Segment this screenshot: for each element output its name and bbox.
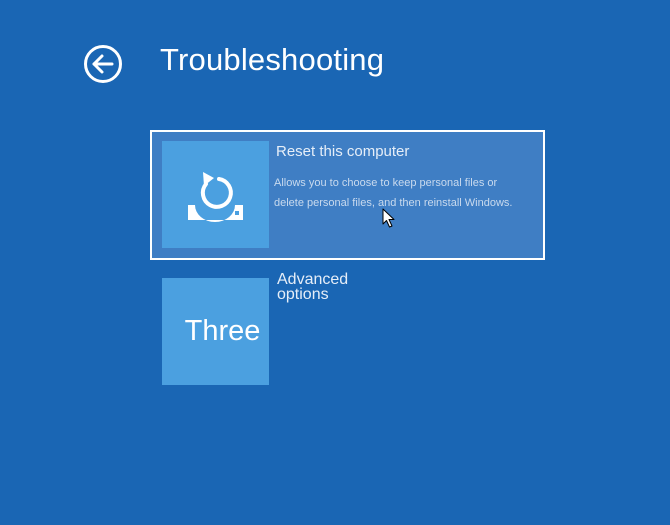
arrow-cursor-icon <box>382 208 395 228</box>
page-title: Troubleshooting <box>160 42 385 77</box>
reset-this-computer-option[interactable]: Reset this computer Allows you to choose… <box>150 130 545 260</box>
reset-option-description: Allows you to choose to keep personal fi… <box>274 177 513 209</box>
reset-option-title: Reset this computer <box>276 143 410 160</box>
troubleshooting-screen: Troubleshooting Reset this computer Allo… <box>0 0 670 525</box>
advanced-option-title: Advanced options <box>277 271 349 303</box>
advanced-tile-label: Three <box>184 315 261 347</box>
reset-refresh-icon <box>188 172 243 222</box>
advanced-option-tile: Three <box>162 278 269 385</box>
back-arrow-circle-icon <box>84 45 122 83</box>
advanced-options-option[interactable]: Three Advanced options <box>162 272 422 385</box>
back-button[interactable] <box>83 44 123 84</box>
reset-option-tile <box>162 141 269 248</box>
